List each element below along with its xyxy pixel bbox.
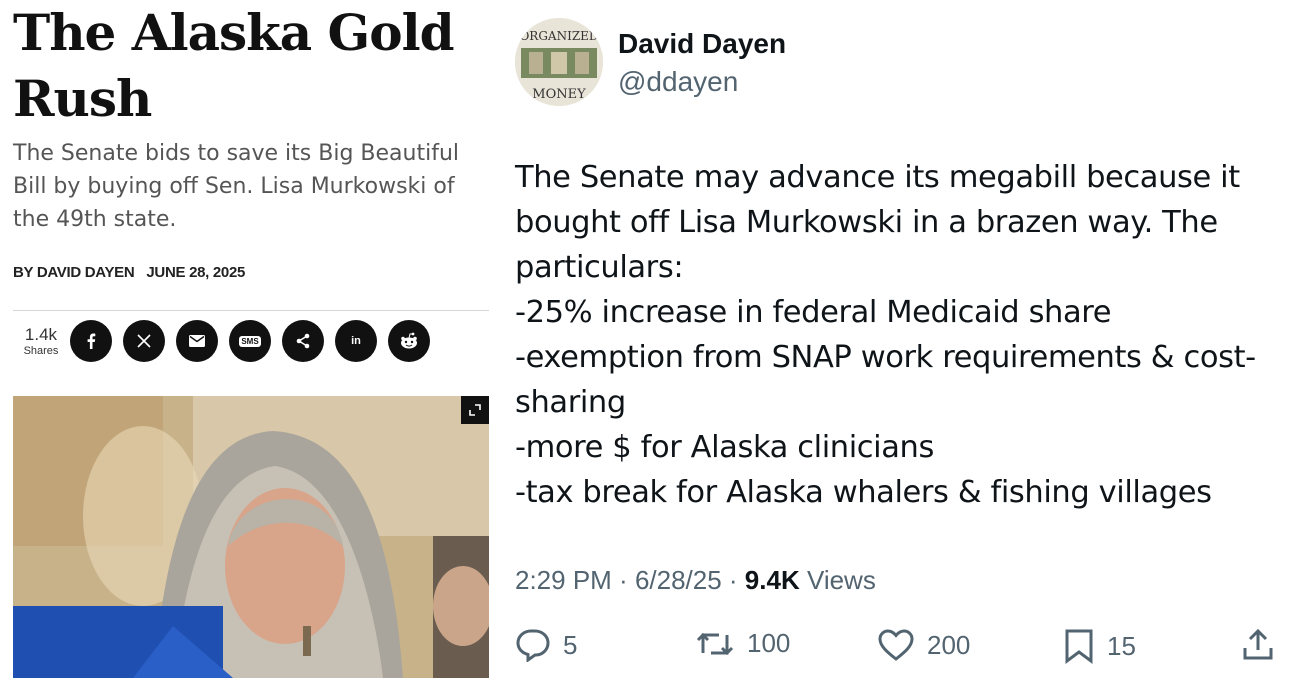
share-tweet-button[interactable] <box>1241 628 1287 662</box>
share-x-button[interactable] <box>123 320 165 362</box>
tweet-panel: ORGANIZED MONEY David Dayen @ddayen The … <box>500 0 1290 678</box>
views-label: Views <box>806 565 876 595</box>
views-count: 9.4K <box>744 565 800 595</box>
article-headline: The Alaska Gold Rush <box>13 3 455 128</box>
reply-icon <box>516 629 550 662</box>
repost-icon <box>696 632 734 655</box>
share-icon <box>296 333 310 349</box>
x-icon <box>137 334 151 348</box>
tweet-line: -more $ for Alaska clinicians <box>515 430 934 465</box>
article-photo-illustration <box>13 396 489 678</box>
tweet-line: -25% increase in federal Medicaid share <box>515 295 1112 330</box>
avatar[interactable]: ORGANIZED MONEY <box>515 18 603 106</box>
tweet-line: bought off Lisa Murkowski in a brazen wa… <box>515 205 1218 240</box>
share-count: 1.4k Shares <box>16 325 66 357</box>
bookmark-icon <box>1065 629 1093 664</box>
tweet-line: -tax break for Alaska whalers & fishing … <box>515 475 1212 510</box>
share-upload-icon <box>1243 628 1273 660</box>
article-panel: The Alaska Gold Rush The Senate bids to … <box>0 0 500 678</box>
meta-separator: · <box>611 565 635 595</box>
expand-image-button[interactable] <box>461 396 489 424</box>
reddit-icon <box>401 332 417 349</box>
byline-date: JUNE 28, 2025 <box>146 264 246 281</box>
heart-icon <box>878 629 914 661</box>
share-facebook-button[interactable] <box>70 320 112 362</box>
sms-icon: SMS <box>239 335 261 347</box>
repost-count: 100 <box>747 628 791 658</box>
byline-author[interactable]: BY DAVID DAYEN <box>13 264 135 281</box>
avatar-top-text: ORGANIZED <box>519 29 598 43</box>
repost-button[interactable]: 100 <box>695 628 790 659</box>
divider <box>13 310 489 311</box>
bookmark-button[interactable]: 15 <box>1063 628 1136 664</box>
author-name[interactable]: David Dayen <box>618 28 786 60</box>
tweet-date[interactable]: 6/28/25 <box>635 565 722 595</box>
article-photo <box>13 396 489 678</box>
tweet-line: -exemption from SNAP work requirements &… <box>515 340 1256 375</box>
bookmark-count: 15 <box>1107 630 1136 661</box>
author-handle[interactable]: @ddayen <box>618 66 738 98</box>
tweet-line: sharing <box>515 385 626 420</box>
article-dek: The Senate bids to save its Big Beautifu… <box>13 141 460 232</box>
meta-separator: · <box>721 565 745 595</box>
linkedin-icon: in <box>351 335 361 347</box>
avatar-bottom-text: MONEY <box>532 87 586 102</box>
expand-icon <box>469 404 481 416</box>
share-count-value: 1.4k <box>24 325 58 344</box>
share-email-button[interactable] <box>176 320 218 362</box>
tweet-meta: 2:29 PM · 6/28/25 · 9.4K Views <box>515 565 876 596</box>
avatar-image: ORGANIZED MONEY <box>515 18 603 106</box>
like-count: 200 <box>927 629 971 660</box>
share-generic-button[interactable] <box>282 320 324 362</box>
email-icon <box>189 335 205 347</box>
tweet-line: particulars: <box>515 250 684 285</box>
like-button[interactable]: 200 <box>877 628 970 662</box>
share-count-label: Shares <box>23 345 59 357</box>
facebook-icon <box>87 333 96 349</box>
tweet-body: The Senate may advance its megabill beca… <box>515 155 1285 515</box>
tweet-line: The Senate may advance its megabill beca… <box>515 160 1240 195</box>
reply-button[interactable]: 5 <box>515 628 577 662</box>
byline: BY DAVID DAYEN JUNE 28, 2025 <box>13 264 257 281</box>
share-linkedin-button[interactable]: in <box>335 320 377 362</box>
share-reddit-button[interactable] <box>388 320 430 362</box>
reply-count: 5 <box>563 629 578 660</box>
tweet-time[interactable]: 2:29 PM <box>515 565 612 595</box>
share-sms-button[interactable]: SMS <box>229 320 271 362</box>
